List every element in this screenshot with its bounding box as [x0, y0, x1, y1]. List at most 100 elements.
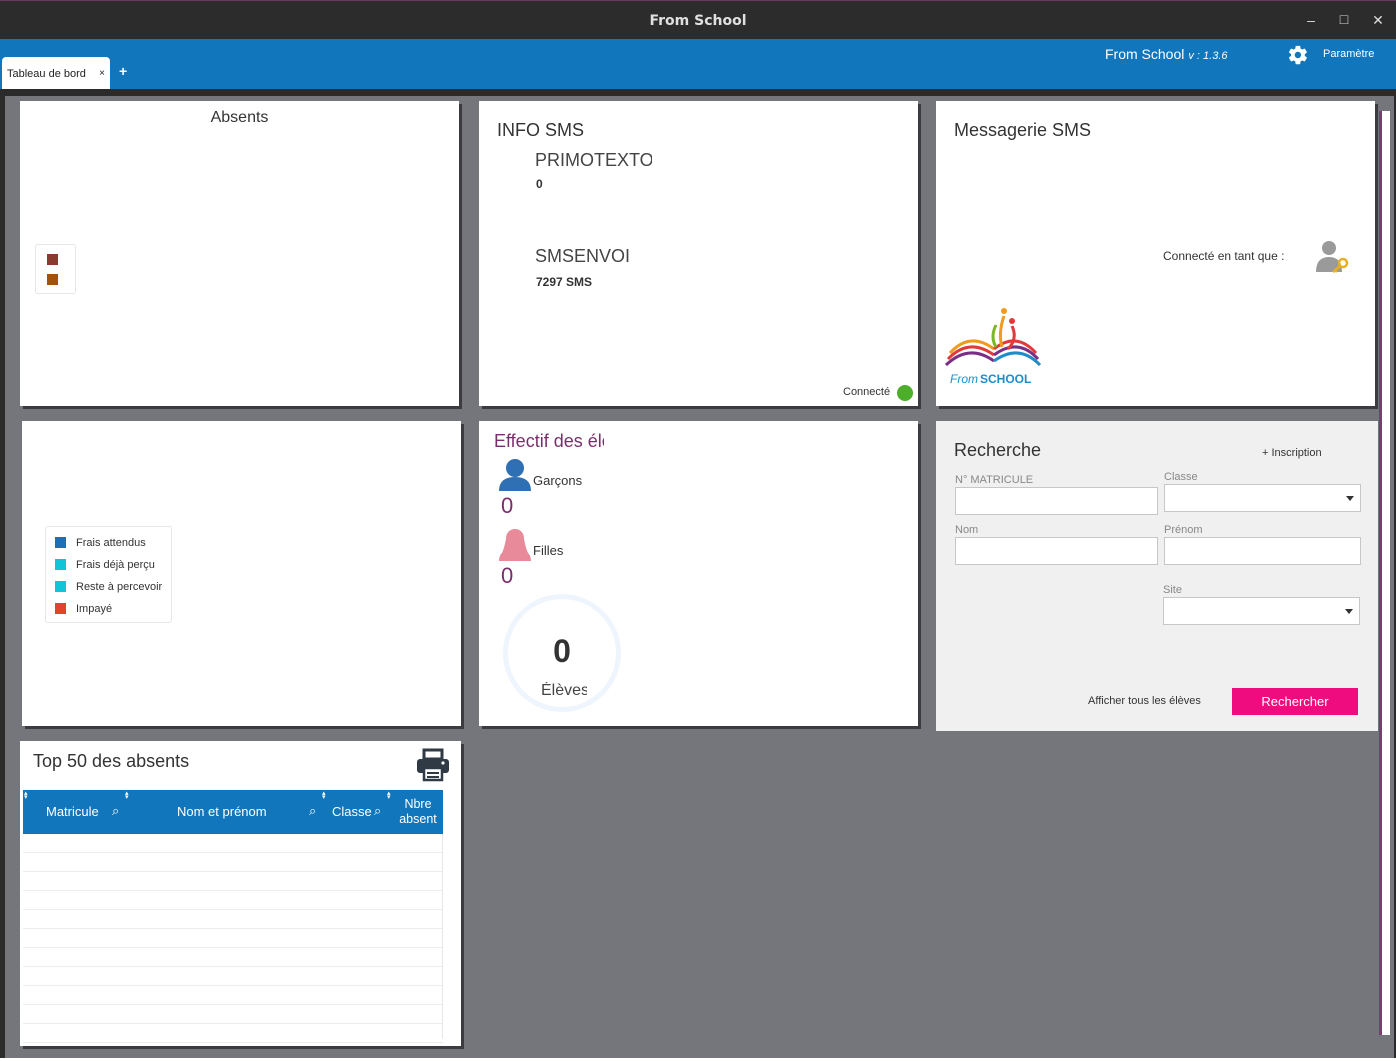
legend-label: Frais attendus — [76, 537, 146, 549]
status-dot-icon — [897, 385, 913, 401]
table-row — [23, 985, 443, 986]
frais-card: Frais attendus Frais déjà perçu Reste à … — [22, 421, 461, 726]
close-icon[interactable]: ✕ — [1368, 12, 1388, 29]
matricule-label: N° MATRICULE — [955, 474, 1034, 486]
brand-version: v : 1.3.6 — [1188, 50, 1228, 62]
absents-legend-swatch-2 — [47, 274, 58, 285]
total-label: Élèves — [541, 682, 587, 699]
frais-legend-item: Reste à percevoir — [55, 581, 162, 593]
info-sms-title: INFO SMS — [497, 120, 585, 140]
chevron-down-icon — [1346, 496, 1354, 501]
search-icon[interactable]: ⌕ — [309, 803, 316, 819]
table-row — [23, 966, 443, 967]
window-titlebar: From School – □ ✕ — [0, 0, 1396, 39]
sort-icon[interactable]: ▴ ▾ — [24, 790, 28, 801]
printer-icon[interactable] — [416, 748, 450, 782]
sort-icon[interactable]: ▴ ▾ — [322, 790, 326, 801]
table-row — [23, 1004, 443, 1005]
info-sms-card: INFO SMS PRIMOTEXTO 0 SMSENVOI 7297 SMS … — [479, 101, 918, 406]
nom-label: Nom — [955, 524, 979, 536]
legend-swatch — [55, 537, 66, 548]
sms-provider-value: 0 — [536, 177, 543, 191]
prenom-label: Prénom — [1164, 524, 1203, 536]
boys-label: Garçons — [533, 473, 583, 488]
sms-provider-name: PRIMOTEXTO — [535, 150, 652, 170]
absents-legend-swatch-1 — [47, 254, 58, 265]
messagerie-title: Messagerie SMS — [954, 120, 1092, 140]
minimize-icon[interactable]: – — [1301, 12, 1321, 28]
legend-swatch — [55, 603, 66, 614]
app-header: Tableau de bord × + From School v : 1.3.6… — [0, 39, 1396, 89]
logo-school-text: SCHOOL — [980, 372, 1031, 386]
fromschool-logo-icon: From SCHOOL — [944, 308, 1042, 386]
chevron-down-icon — [1345, 609, 1353, 614]
table-row — [23, 852, 443, 853]
legend-swatch — [55, 581, 66, 592]
total-count: 0 — [553, 633, 571, 669]
girls-count: 0 — [501, 563, 514, 588]
site-select[interactable] — [1163, 597, 1360, 625]
table-row — [23, 871, 443, 872]
table-row — [23, 890, 443, 891]
matricule-input[interactable] — [955, 487, 1158, 515]
brand-name: From School — [1105, 46, 1185, 62]
boy-icon — [499, 459, 531, 491]
window-title: From School — [649, 13, 747, 29]
table-column-divider — [442, 834, 443, 1039]
table-row — [23, 928, 443, 929]
tab-label: Tableau de bord — [7, 68, 86, 80]
user-key-icon[interactable] — [1314, 238, 1352, 274]
col-matricule[interactable]: Matricule — [46, 804, 99, 819]
prenom-input[interactable] — [1164, 537, 1361, 565]
sort-icon[interactable]: ▴ ▾ — [387, 790, 391, 801]
nom-input[interactable] — [955, 537, 1158, 565]
classe-label: Classe — [1164, 471, 1198, 483]
frais-legend-item: Impayé — [55, 603, 112, 615]
site-label: Site — [1163, 584, 1182, 596]
search-icon[interactable]: ⌕ — [374, 803, 381, 819]
col-classe[interactable]: Classe — [332, 804, 372, 819]
vertical-scrollbar[interactable] — [1379, 111, 1390, 1035]
legend-label: Frais déjà perçu — [76, 559, 155, 571]
top50-card: Top 50 des absents — [20, 741, 461, 1046]
messagerie-card: Messagerie SMS Connecté en tant que : Fr… — [936, 101, 1375, 406]
col-nbre-absent[interactable]: Nbre absent — [396, 797, 440, 827]
boys-count: 0 — [501, 493, 514, 518]
table-row — [23, 909, 443, 910]
frais-legend-item: Frais déjà perçu — [55, 559, 155, 571]
maximize-icon[interactable]: □ — [1334, 11, 1354, 27]
absents-legend — [35, 244, 76, 294]
tab-close-icon[interactable]: × — [99, 68, 105, 79]
add-tab-button[interactable]: + — [119, 63, 127, 79]
inscription-link[interactable]: + Inscription — [1262, 447, 1322, 459]
recherche-title: Recherche — [954, 440, 1042, 460]
absents-card: Absents — [20, 101, 459, 406]
search-icon[interactable]: ⌕ — [112, 803, 119, 819]
frais-legend-item: Frais attendus — [55, 537, 146, 549]
sms-provider-value: 7297 SMS — [536, 275, 593, 289]
sms-status-label: Connecté — [843, 386, 891, 398]
frais-legend: Frais attendus Frais déjà perçu Reste à … — [45, 526, 172, 623]
recherche-card: Recherche + Inscription N° MATRICULE Cla… — [936, 421, 1378, 731]
show-all-link[interactable]: Afficher tous les élèves — [1088, 695, 1201, 707]
sort-icon[interactable]: ▴ ▾ — [125, 790, 129, 801]
brand: From School v : 1.3.6 — [1105, 46, 1228, 62]
table-row — [23, 1042, 443, 1043]
girls-label: Filles — [533, 543, 564, 558]
sms-provider-name: SMSENVOI — [535, 246, 631, 266]
logo-from-text: From — [950, 372, 978, 386]
search-button[interactable]: Rechercher — [1232, 688, 1358, 715]
gear-icon[interactable] — [1287, 44, 1309, 66]
girl-icon — [499, 529, 531, 561]
top50-title: Top 50 des absents — [33, 751, 190, 771]
col-nom-prenom[interactable]: Nom et prénom — [177, 804, 267, 819]
table-row — [23, 1023, 443, 1024]
effectif-card: Effectif des élèves Garçons 0 Filles 0 0… — [479, 421, 918, 726]
table-row — [23, 947, 443, 948]
settings-label[interactable]: Paramètre — [1323, 48, 1374, 60]
effectif-title: Effectif des élèves — [494, 431, 604, 451]
tab-tableau-de-bord[interactable]: Tableau de bord × — [2, 57, 110, 89]
absents-title: Absents — [210, 109, 269, 126]
connected-as-label: Connecté en tant que : — [1163, 249, 1285, 263]
classe-select[interactable] — [1164, 484, 1361, 512]
